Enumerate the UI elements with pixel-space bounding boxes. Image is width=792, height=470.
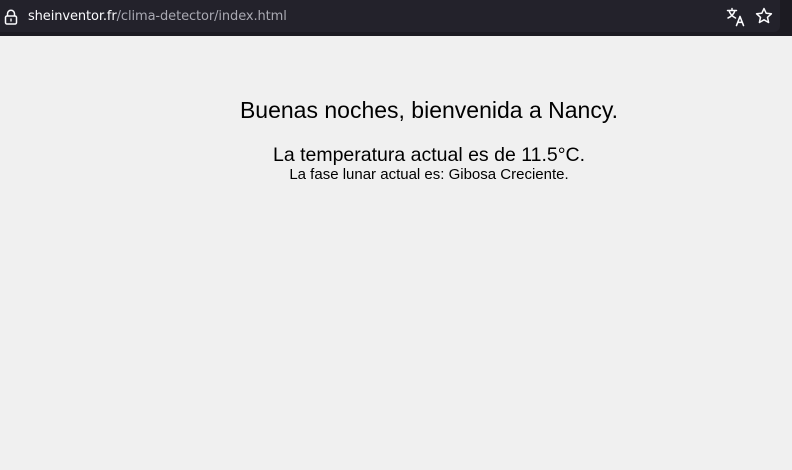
address-bar[interactable]: sheinventor.fr/clima-detector/index.html: [0, 0, 780, 32]
url-domain: sheinventor.fr: [28, 9, 117, 24]
page-content: Buenas noches, bienvenida a Nancy. La te…: [0, 37, 792, 470]
temperature-text: La temperatura actual es de 11.5°C.: [272, 144, 586, 166]
lock-icon[interactable]: [4, 9, 18, 25]
browser-toolbar: sheinventor.fr/clima-detector/index.html: [0, 0, 792, 36]
star-icon[interactable]: [755, 7, 773, 25]
url-path: /clima-detector/index.html: [116, 9, 287, 24]
greeting-heading: Buenas noches, bienvenida a Nancy.: [239, 97, 619, 123]
translate-icon[interactable]: [726, 7, 746, 27]
url-text[interactable]: sheinventor.fr/clima-detector/index.html: [28, 8, 287, 25]
moon-phase-text: La fase lunar actual es: Gibosa Crecient…: [289, 166, 569, 183]
